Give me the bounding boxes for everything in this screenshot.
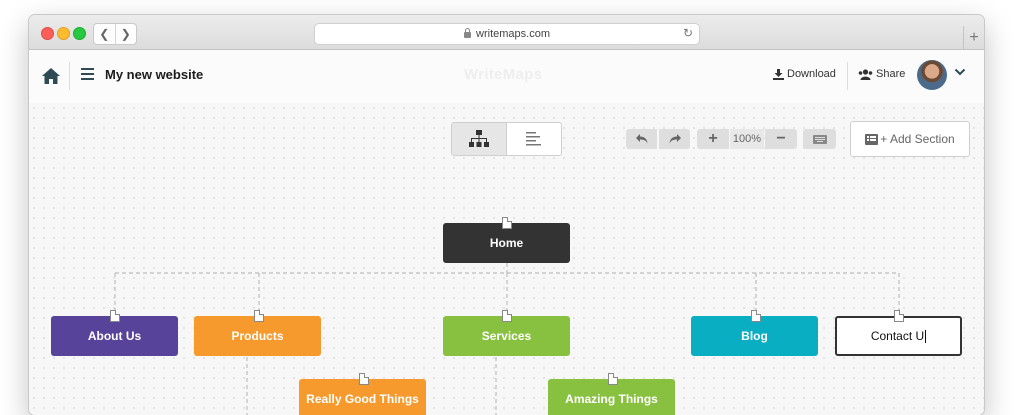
new-tab-button[interactable]: + xyxy=(963,26,984,49)
text-caret xyxy=(925,329,927,343)
page-icon xyxy=(359,373,369,385)
back-button[interactable]: ❮ xyxy=(94,24,116,44)
share-label: Share xyxy=(876,68,906,80)
chevron-down-icon[interactable] xyxy=(954,66,966,78)
page-icon xyxy=(502,217,512,229)
page-icon xyxy=(254,310,264,322)
page-icon xyxy=(502,310,512,322)
download-button[interactable]: Download xyxy=(773,68,836,80)
node-label: Really Good Things xyxy=(306,392,419,406)
node-products[interactable]: Products xyxy=(194,316,321,356)
node-contact-input[interactable]: Contact U xyxy=(835,316,962,356)
node-label: About Us xyxy=(87,329,142,343)
sitemap-canvas[interactable]: + 100% − + Add Section Home About Us Pro… xyxy=(29,103,984,415)
users-icon xyxy=(858,68,873,80)
close-window-button[interactable] xyxy=(41,27,54,40)
download-icon xyxy=(773,68,784,80)
chevron-right-icon: ❯ xyxy=(120,27,131,41)
hamburger-menu-icon[interactable] xyxy=(81,68,94,80)
download-label: Download xyxy=(787,68,836,80)
browser-window: ❮ ❯ writemaps.com ↻ + My new website Wri… xyxy=(29,15,984,415)
avatar[interactable] xyxy=(917,60,947,90)
page-icon xyxy=(894,310,904,322)
node-label: Amazing Things xyxy=(565,392,658,406)
lock-icon xyxy=(464,28,472,38)
page-icon xyxy=(110,310,120,322)
header-divider xyxy=(69,62,70,90)
browser-nav-buttons: ❮ ❯ xyxy=(93,23,137,45)
page-icon xyxy=(751,310,761,322)
node-label: Contact U xyxy=(870,329,925,343)
reload-icon[interactable]: ↻ xyxy=(683,26,693,40)
page-icon xyxy=(608,373,618,385)
home-icon[interactable] xyxy=(41,66,61,86)
node-label: Products xyxy=(231,329,284,343)
address-bar[interactable]: writemaps.com ↻ xyxy=(314,23,700,45)
node-about-us[interactable]: About Us xyxy=(51,316,178,356)
node-home[interactable]: Home xyxy=(443,223,570,263)
header-divider-right xyxy=(847,62,848,90)
site-title[interactable]: My new website xyxy=(105,67,203,82)
url-text: writemaps.com xyxy=(476,28,550,40)
forward-button[interactable]: ❯ xyxy=(116,24,137,44)
node-label: Blog xyxy=(741,329,768,343)
node-blog[interactable]: Blog xyxy=(691,316,818,356)
brand-logo: WriteMaps xyxy=(464,66,543,83)
minimize-window-button[interactable] xyxy=(57,27,70,40)
node-label: Services xyxy=(481,329,532,343)
share-button[interactable]: Share xyxy=(858,68,905,80)
node-services[interactable]: Services xyxy=(443,316,570,356)
app-header: My new website WriteMaps Download Share xyxy=(29,50,984,103)
node-label: Home xyxy=(489,236,524,250)
maximize-window-button[interactable] xyxy=(73,27,86,40)
plus-icon: + xyxy=(969,28,979,46)
chevron-left-icon: ❮ xyxy=(99,27,110,41)
browser-titlebar: ❮ ❯ writemaps.com ↻ + xyxy=(29,15,984,50)
